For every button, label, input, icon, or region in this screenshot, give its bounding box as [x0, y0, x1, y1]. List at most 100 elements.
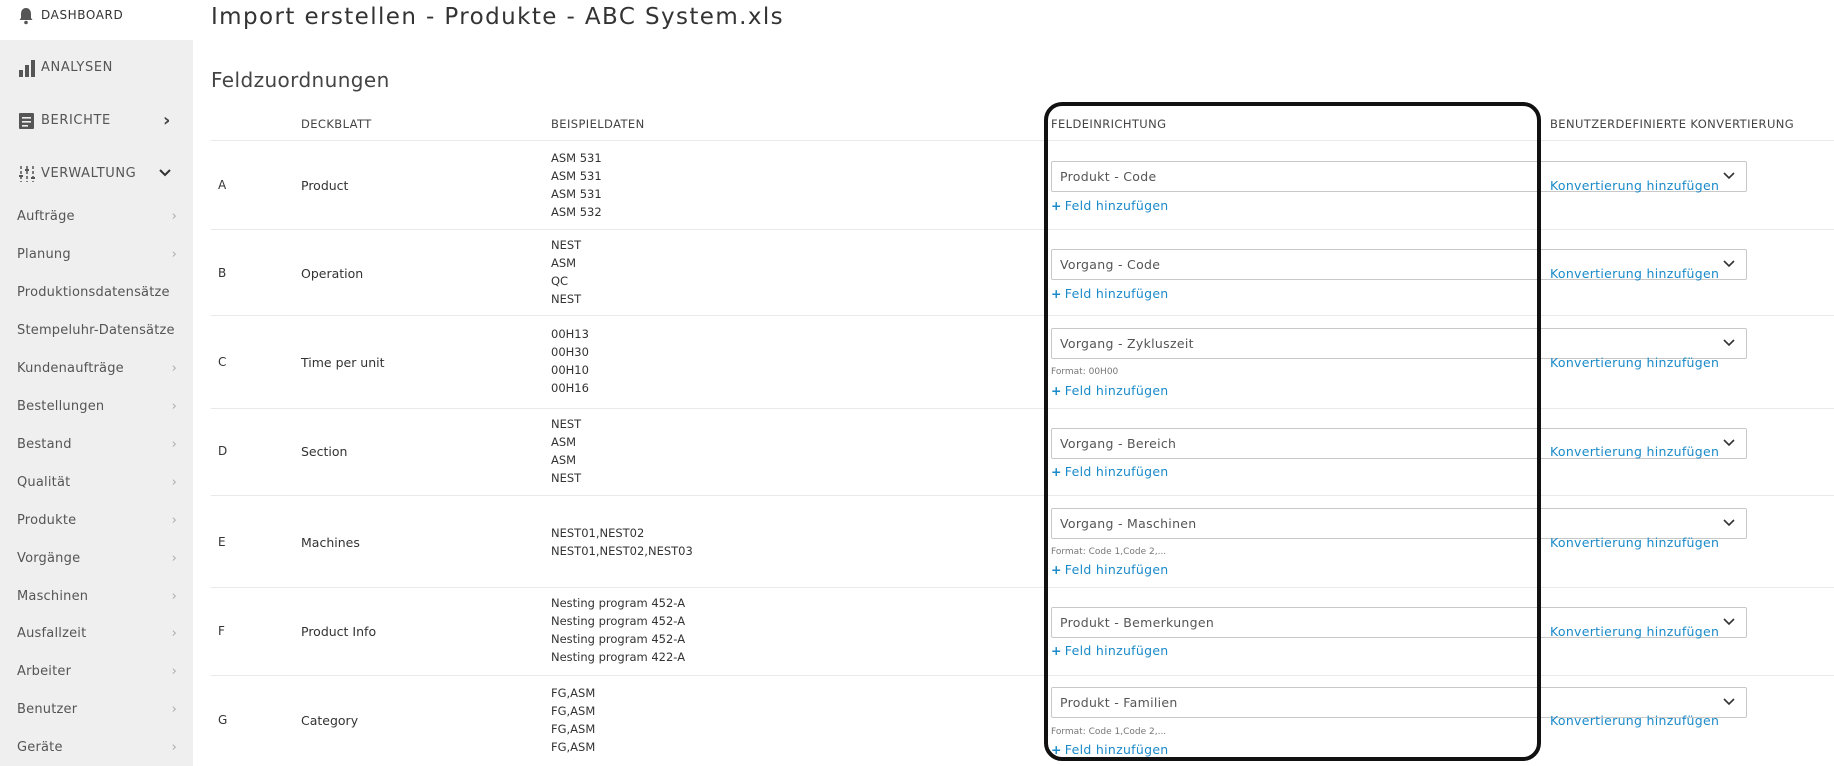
add-conversion-link[interactable]: Konvertierung hinzufügen — [1550, 266, 1719, 281]
sidebar-item-planung[interactable]: Planung › — [17, 247, 177, 262]
chevron-right-icon: › — [171, 664, 177, 679]
chevron-down-icon — [1722, 335, 1736, 349]
field-select-value: Vorgang - Zykluszeit — [1060, 336, 1194, 351]
chevron-right-icon: › — [171, 740, 177, 755]
sample-data: Nesting program 452-A Nesting program 45… — [551, 594, 685, 666]
add-field-label: Feld hinzufügen — [1064, 464, 1169, 479]
add-conversion-link[interactable]: Konvertierung hinzufügen — [1550, 535, 1719, 550]
add-conversion-link[interactable]: Konvertierung hinzufügen — [1550, 624, 1719, 639]
add-field-link[interactable]: + Feld hinzufügen — [1051, 383, 1169, 398]
table-row: D Section NEST ASM ASM NEST Vorgang - Be… — [211, 408, 1834, 495]
sample-value: ASM — [551, 435, 577, 449]
sidebar-section-label: ANALYSEN — [41, 59, 113, 75]
chevron-right-icon: › — [171, 589, 177, 604]
table-row: G Category FG,ASM FG,ASM FG,ASM FG,ASM P… — [211, 675, 1834, 766]
add-field-label: Feld hinzufügen — [1064, 286, 1169, 301]
format-hint: Format: 00H00 — [1051, 367, 1119, 377]
sample-value: ASM — [551, 453, 577, 467]
sidebar-item-produkte[interactable]: Produkte › — [17, 513, 177, 528]
table-row: A Product ASM 531 ASM 531 ASM 531 ASM 53… — [211, 140, 1834, 229]
add-field-link[interactable]: + Feld hinzufügen — [1051, 562, 1169, 577]
field-select-value: Produkt - Code — [1060, 169, 1157, 184]
add-field-link[interactable]: + Feld hinzufügen — [1051, 198, 1169, 213]
column-letter: F — [218, 624, 225, 638]
sidebar-item-maschinen[interactable]: Maschinen › — [17, 589, 177, 604]
sidebar-item-label: Planung — [17, 247, 71, 262]
chevron-down-icon — [1722, 168, 1736, 182]
add-conversion-link[interactable]: Konvertierung hinzufügen — [1550, 444, 1719, 459]
field-select-value: Vorgang - Maschinen — [1060, 516, 1197, 531]
add-field-link[interactable]: + Feld hinzufügen — [1051, 464, 1169, 479]
plus-icon: + — [1051, 643, 1062, 658]
sample-value: Nesting program 452-A — [551, 632, 686, 646]
sidebar-item-qualitaet[interactable]: Qualität › — [17, 475, 177, 490]
sidebar-item-bestand[interactable]: Bestand › — [17, 437, 177, 452]
sample-value: ASM 531 — [551, 187, 602, 201]
bell-icon — [18, 5, 38, 25]
sample-data: FG,ASM FG,ASM FG,ASM FG,ASM — [551, 684, 595, 756]
column-header-deckblatt: DECKBLATT — [301, 117, 372, 131]
field-select-value: Vorgang - Code — [1060, 257, 1161, 272]
column-letter: A — [218, 178, 227, 192]
sample-value: Nesting program 452-A — [551, 596, 686, 610]
add-field-label: Feld hinzufügen — [1064, 198, 1169, 213]
sidebar-item-auftraege[interactable]: Aufträge › — [17, 209, 177, 224]
bar-chart-icon — [18, 57, 38, 77]
sidebar-item-label: Stempeluhr-Datensätze — [17, 323, 175, 338]
sample-value: FG,ASM — [551, 704, 596, 718]
add-field-link[interactable]: + Feld hinzufügen — [1051, 643, 1169, 658]
sample-value: 00H16 — [551, 381, 589, 395]
sample-value: Nesting program 422-A — [551, 650, 686, 664]
sidebar-item-arbeiter[interactable]: Arbeiter › — [17, 664, 177, 679]
add-field-label: Feld hinzufügen — [1064, 742, 1169, 757]
column-header-beispieldaten: BEISPIELDATEN — [551, 117, 645, 131]
sample-value: ASM 532 — [551, 205, 602, 219]
add-field-link[interactable]: + Feld hinzufügen — [1051, 286, 1169, 301]
column-letter: C — [218, 355, 227, 369]
sidebar-item-geraete[interactable]: Geräte › — [17, 740, 177, 755]
chevron-down-icon — [1722, 256, 1736, 270]
sidebar: DASHBOARD ANALYSEN BERICHTE › VERWALTUNG… — [0, 0, 193, 766]
sample-value: ASM 531 — [551, 151, 602, 165]
sample-data: NEST ASM ASM NEST — [551, 415, 581, 487]
sample-value: 00H10 — [551, 363, 589, 377]
add-conversion-link[interactable]: Konvertierung hinzufügen — [1550, 355, 1719, 370]
format-hint: Format: Code 1,Code 2,... — [1051, 547, 1167, 557]
column-name: Machines — [301, 535, 360, 550]
field-select-value: Vorgang - Bereich — [1060, 436, 1177, 451]
sidebar-item-vorgaenge[interactable]: Vorgänge › — [17, 551, 177, 566]
sidebar-section-verwaltung[interactable]: VERWALTUNG — [0, 162, 193, 184]
sample-value: 00H30 — [551, 345, 589, 359]
sample-value: QC — [551, 274, 569, 288]
add-field-link[interactable]: + Feld hinzufügen — [1051, 742, 1169, 757]
sidebar-item-produktionsdatensaetze[interactable]: Produktionsdatensätze — [17, 285, 177, 300]
sidebar-item-ausfallzeit[interactable]: Ausfallzeit › — [17, 626, 177, 641]
sample-data: NEST ASM QC NEST — [551, 236, 581, 308]
sidebar-item-kundenauftraege[interactable]: Kundenaufträge › — [17, 361, 177, 376]
sample-value: Nesting program 452-A — [551, 614, 686, 628]
sample-value: NEST — [551, 417, 582, 431]
sidebar-item-benutzer[interactable]: Benutzer › — [17, 702, 177, 717]
sample-data: 00H13 00H30 00H10 00H16 — [551, 325, 589, 397]
chevron-down-icon — [1722, 515, 1736, 529]
add-field-label: Feld hinzufügen — [1064, 562, 1169, 577]
sidebar-section-dashboard[interactable]: DASHBOARD — [0, 4, 193, 26]
chevron-right-icon: › — [171, 513, 177, 528]
sidebar-item-bestellungen[interactable]: Bestellungen › — [17, 399, 177, 414]
sidebar-section-analysen[interactable]: ANALYSEN — [0, 56, 193, 78]
column-name: Time per unit — [301, 355, 385, 370]
sidebar-section-label: VERWALTUNG — [41, 165, 137, 181]
format-hint: Format: Code 1,Code 2,... — [1051, 727, 1167, 737]
sidebar-section-label: DASHBOARD — [41, 8, 124, 22]
sample-value: NEST — [551, 471, 582, 485]
sample-value: NEST01,NEST02,NEST03 — [551, 544, 693, 558]
column-letter: D — [218, 444, 228, 458]
sample-value: ASM — [551, 256, 577, 270]
add-conversion-link[interactable]: Konvertierung hinzufügen — [1550, 713, 1719, 728]
sidebar-section-berichte[interactable]: BERICHTE › — [0, 109, 193, 131]
add-conversion-link[interactable]: Konvertierung hinzufügen — [1550, 178, 1719, 193]
sidebar-item-label: Bestand — [17, 437, 72, 452]
sidebar-item-label: Arbeiter — [17, 664, 72, 679]
sidebar-item-stempeluhr[interactable]: Stempeluhr-Datensätze — [17, 323, 177, 338]
field-select-value: Produkt - Familien — [1060, 695, 1178, 710]
